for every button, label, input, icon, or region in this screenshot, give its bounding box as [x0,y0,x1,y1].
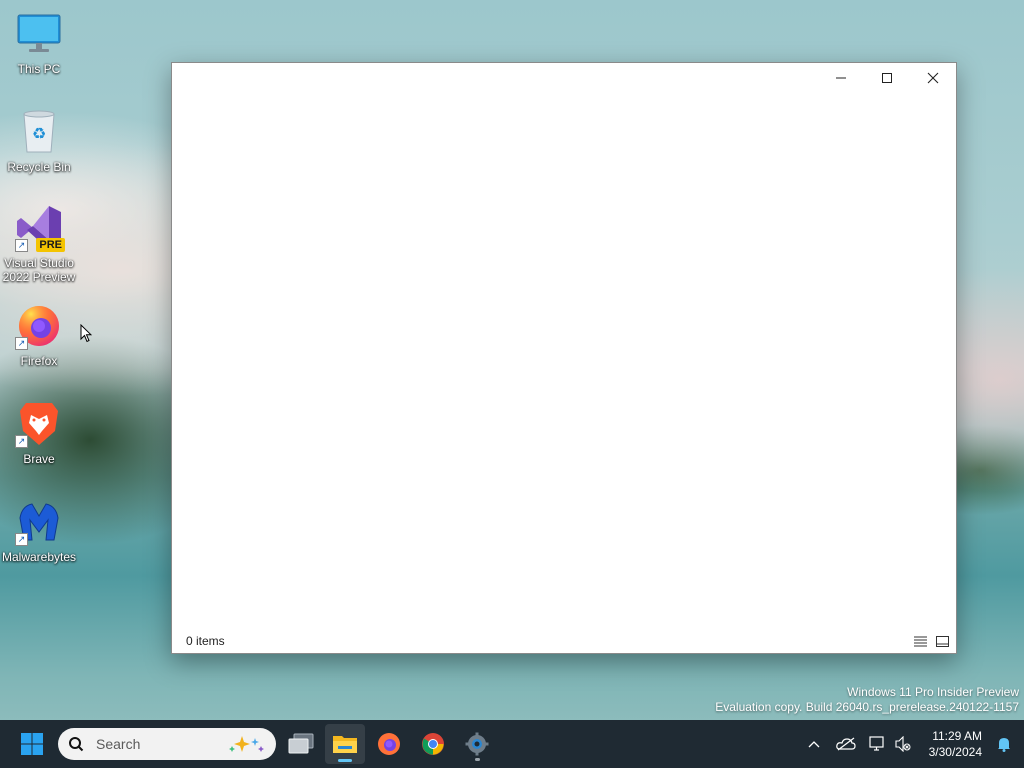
show-hidden-icons-button[interactable] [798,720,830,768]
status-bar: 0 items [172,629,956,653]
desktop-icon-label: Recycle Bin [7,160,71,174]
start-icon [21,733,43,755]
onedrive-button[interactable] [830,720,862,768]
system-tray: 11:29 AM 3/30/2024 [798,720,1024,768]
svg-text:♻: ♻ [32,124,46,143]
shortcut-arrow-icon: ↗ [15,239,28,252]
desktop-icon-firefox[interactable]: ↗ Firefox [0,302,78,368]
task-view-button[interactable] [281,724,321,764]
desktop-icon-label: Visual Studio 2022 Preview [2,256,76,284]
visual-studio-icon: PRE ↗ [15,204,65,252]
task-view-icon [288,733,314,754]
desktop-icon-brave[interactable]: ↗ Brave [0,400,78,466]
desktop-icon-recycle-bin[interactable]: ♻ Recycle Bin [0,108,78,174]
firefox-icon: ↗ [15,302,63,350]
chrome-icon [422,733,444,755]
copilot-sparkle-icon [229,736,264,752]
view-toggle [912,633,950,649]
settings-icon [465,732,489,756]
shortcut-arrow-icon: ↗ [15,337,28,350]
file-explorer-icon [333,736,357,753]
start-button[interactable] [12,724,52,764]
details-view-icon [913,636,927,646]
clock[interactable]: 11:29 AM 3/30/2024 [918,728,982,760]
maximize-icon [882,73,892,83]
maximize-button[interactable] [864,63,910,93]
running-indicator [475,758,480,761]
notifications-button[interactable] [990,720,1018,768]
file-explorer-taskbar-button[interactable] [325,724,365,764]
taskbar-search[interactable]: Search [58,728,276,760]
windows-watermark: Windows 11 Pro Insider Preview Evaluatio… [715,685,1019,715]
mouse-cursor-icon [80,324,92,343]
minimize-icon [836,77,846,79]
desktop-icon-label: Brave [23,452,55,466]
notification-bell-icon [998,738,1010,752]
search-icon [69,737,84,752]
desktop-icon-this-pc[interactable]: This PC [0,10,78,76]
preview-badge: PRE [36,238,65,252]
large-icons-view-icon [935,635,949,647]
onedrive-icon [836,737,856,751]
firefox-taskbar-button[interactable] [369,724,409,764]
taskbar: Search 11:29 AM 3/30/2024 [0,720,1024,768]
monitor-icon [15,10,63,58]
quick-settings-button[interactable] [862,720,918,768]
malwarebytes-icon: ↗ [15,498,63,546]
search-placeholder: Search [96,736,141,752]
close-icon [927,72,939,84]
network-icon [869,736,884,751]
brave-icon: ↗ [15,400,63,448]
desktop-icon-label: This PC [17,62,61,76]
watermark-edition: Windows 11 Pro Insider Preview [847,685,1019,699]
firefox-icon [378,733,400,755]
title-bar [172,63,956,93]
volume-muted-icon [895,736,911,752]
file-explorer-window: 0 items [171,62,957,654]
item-count: 0 items [186,634,225,648]
desktop-icon-visual-studio[interactable]: PRE ↗ Visual Studio 2022 Preview [0,204,78,284]
desktop-icon-label: Firefox [20,354,58,368]
chevron-up-icon [808,741,820,748]
chrome-taskbar-button[interactable] [413,724,453,764]
large-icons-view-button[interactable] [934,633,950,649]
minimize-button[interactable] [818,63,864,93]
clock-time: 11:29 AM [932,729,982,743]
active-indicator [338,759,352,762]
content-area[interactable] [172,93,956,629]
recycle-bin-icon: ♻ [15,108,63,156]
desktop-icon-malwarebytes[interactable]: ↗ Malwarebytes [0,498,78,564]
shortcut-arrow-icon: ↗ [15,533,28,546]
settings-taskbar-button[interactable] [457,724,497,764]
clock-date: 3/30/2024 [928,745,982,759]
close-button[interactable] [910,63,956,93]
watermark-build: Evaluation copy. Build 26040.rs_prerelea… [715,700,1019,714]
details-view-button[interactable] [912,633,928,649]
shortcut-arrow-icon: ↗ [15,435,28,448]
desktop-icon-label: Malwarebytes [1,550,77,564]
